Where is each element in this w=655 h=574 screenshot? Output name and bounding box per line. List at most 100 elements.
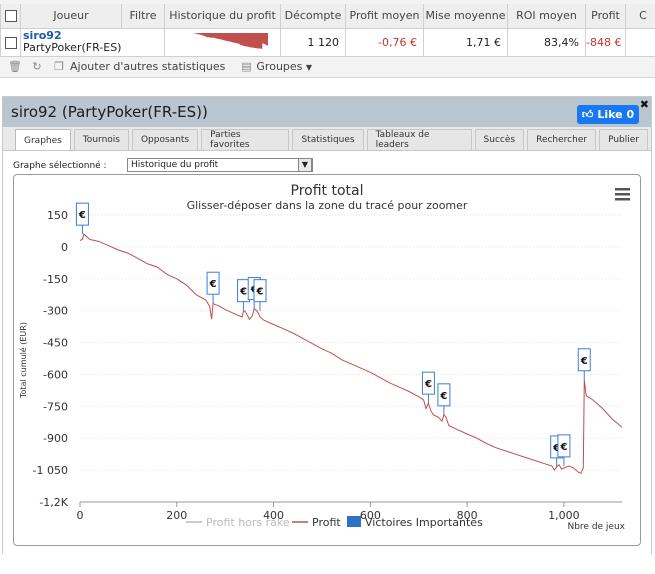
tab-publier[interactable]: Publier [599, 129, 648, 150]
y-tick-label: 150 [47, 209, 68, 222]
y-tick-label: -450 [43, 337, 68, 350]
thumbs-up-icon: 👍︎ [581, 108, 594, 121]
tab-graphes[interactable]: Graphes [15, 129, 71, 151]
victory-flag: € [577, 348, 591, 380]
euro-icon: € [559, 442, 567, 453]
y-tick-label: -150 [43, 273, 68, 286]
profit-series-line [79, 233, 623, 474]
column-header-count[interactable]: Décompte [280, 4, 346, 29]
column-header-player[interactable]: Joueur [20, 4, 122, 29]
player-cell: siro92 PartyPoker(FR-ES) [20, 27, 165, 57]
victory-flag: € [206, 271, 220, 304]
graph-select-value: Historique du profit [131, 160, 219, 170]
stats-table: Joueur Filtre Historique du profit Décom… [0, 4, 655, 57]
tab-parties-favorites[interactable]: Parties favorites [201, 129, 290, 150]
column-header-profit[interactable]: Profit [585, 4, 626, 29]
chart-menu-icon[interactable] [615, 188, 630, 201]
euro-icon: € [439, 391, 447, 402]
facebook-like-button[interactable]: 👍︎ Like 0 [577, 105, 639, 124]
x-tick-label: 0 [77, 509, 84, 522]
like-label: Like 0 [597, 108, 635, 121]
victory-flag: € [75, 202, 89, 235]
victory-flag: € [557, 434, 571, 466]
avg-stake-value: 1,71 € [423, 27, 508, 57]
row-checkbox[interactable] [0, 27, 21, 57]
menu-bar [615, 193, 630, 196]
page-title: siro92 (PartyPoker(FR-ES)) [11, 103, 208, 121]
column-header-history[interactable]: Historique du profit [164, 4, 281, 29]
euro-icon: € [209, 279, 217, 290]
victory-flag: € [421, 371, 435, 404]
profit-chart[interactable]: Profit totalGlisser-déposer dans la zone… [14, 175, 640, 545]
extra-value [625, 27, 655, 57]
tab-rechercher[interactable]: Rechercher [527, 129, 597, 150]
chart-title: Profit total [291, 183, 364, 199]
graph-select[interactable]: Historique du profit ▼ [127, 158, 313, 172]
column-header-extra[interactable]: C [625, 4, 655, 29]
victory-flag: € [253, 279, 267, 311]
column-header-avg-profit[interactable]: Profit moyen [345, 4, 424, 29]
tab-bar: Graphes Tournois Opposants Parties favorite… [15, 129, 651, 151]
avg-roi-value: 83,4% [507, 27, 586, 57]
x-axis-label: Nbre de jeux [567, 522, 625, 532]
y-tick-label: -1,2K [39, 496, 68, 509]
history-sparkline-cell [164, 27, 281, 57]
x-tick-label: 1,000 [548, 509, 580, 522]
graph-select-label: Graphe sélectionné : [13, 161, 107, 171]
chart-legend: Profit hors rake Profit Victoires Importan… [186, 516, 483, 529]
euro-icon: € [424, 379, 432, 390]
menu-bar [615, 198, 630, 201]
avg-profit-value: -0,76 € [345, 27, 424, 57]
tab-tournois[interactable]: Tournois [73, 129, 129, 150]
refresh-icon[interactable]: ↻ [30, 60, 44, 73]
panel-header: siro92 (PartyPoker(FR-ES)) 👍︎ Like 0 ✖ [3, 97, 651, 127]
y-tick-label: -750 [43, 400, 68, 413]
add-stats-button[interactable]: Ajouter d'autres statistiques [70, 60, 225, 73]
y-axis-label: Total cumulé (EUR) [18, 322, 28, 399]
groups-label: Groupes [256, 59, 303, 73]
column-header-filter[interactable]: Filtre [121, 4, 165, 29]
stats-panel: Joueur Filtre Historique du profit Décom… [0, 0, 655, 78]
legend-flag-swatch [347, 516, 361, 527]
count-value: 1 120 [280, 27, 346, 57]
victory-flag: € [437, 383, 451, 415]
stats-header-row: Joueur Filtre Historique du profit Décom… [0, 4, 655, 29]
y-tick-label: -900 [43, 432, 68, 445]
y-tick-label: 0 [61, 241, 68, 254]
euro-icon: € [239, 287, 247, 298]
groups-button[interactable]: Groupes ▼ [256, 60, 312, 73]
y-tick-label: -1 050 [33, 464, 68, 477]
chart-container: Profit total Glisser-déposer dans la zone… [13, 174, 641, 546]
close-icon[interactable]: ✖ [640, 98, 649, 111]
euro-icon: € [580, 356, 588, 367]
legend-flag-label: Victoires Importantes [365, 516, 483, 529]
stats-toolbar: 🗑︎ ↻ ❐ Ajouter d'autres statistiques ▤ G… [8, 58, 326, 74]
euro-icon: € [78, 210, 86, 221]
add-stats-icon: ❐ [54, 59, 64, 73]
tab-statistiques[interactable]: Statistiques [292, 129, 364, 150]
y-tick-label: -600 [43, 368, 68, 381]
chevron-down-icon[interactable]: ▼ [298, 158, 312, 172]
chevron-down-icon: ▼ [305, 62, 313, 72]
column-header-avg-roi[interactable]: ROI moyen [507, 4, 586, 29]
menu-bar [615, 188, 630, 191]
profit-value: -848 € [585, 27, 626, 57]
tab-succ-s[interactable]: Succès [474, 129, 525, 150]
player-panel: siro92 (PartyPoker(FR-ES)) 👍︎ Like 0 ✖ G… [2, 96, 652, 554]
profit-sparkline [187, 33, 268, 49]
table-row: siro92 PartyPoker(FR-ES) 1 120 -0,76 € 1… [0, 27, 655, 57]
select-all-checkbox[interactable] [0, 4, 21, 29]
column-header-avg-stake[interactable]: Mise moyenne [423, 4, 508, 29]
legend-profit-label: Profit [312, 516, 341, 529]
groups-icon: ▤ [241, 59, 252, 73]
tab-content: Graphe sélectionné : Historique du profi… [3, 150, 651, 554]
euro-icon: € [256, 287, 264, 298]
legend-rake-label: Profit hors rake [206, 516, 290, 529]
x-tick-label: 200 [166, 509, 187, 522]
tab-tableaux-de-leaders[interactable]: Tableaux de leaders [366, 129, 472, 150]
tab-opposants[interactable]: Opposants [131, 129, 199, 150]
sparkline-area [187, 33, 268, 49]
trash-icon[interactable]: 🗑︎ [8, 60, 22, 73]
chart-subtitle: Glisser-déposer dans la zone du tracé po… [187, 199, 468, 212]
y-tick-label: -300 [43, 305, 68, 318]
